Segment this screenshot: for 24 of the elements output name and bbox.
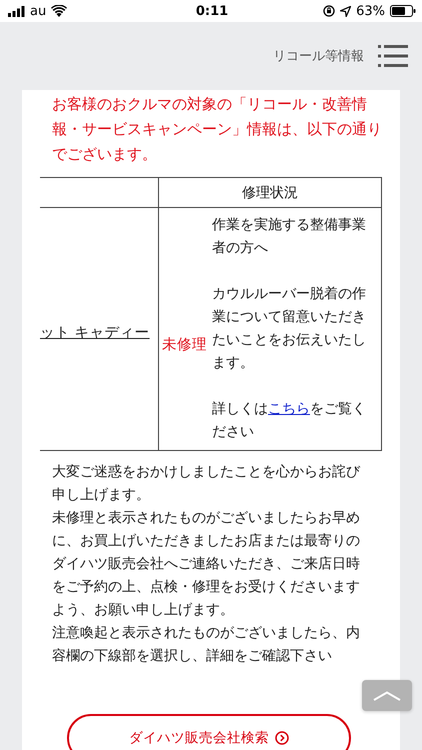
details-link[interactable]: こちら — [268, 401, 310, 417]
wifi-icon — [51, 5, 68, 17]
chevron-circle-icon — [275, 731, 289, 745]
vehicle-link[interactable]: ット キャディー — [40, 322, 150, 342]
column-header: 修理状況 — [158, 178, 382, 208]
signal-icon — [8, 6, 25, 16]
detail-text: 詳しくはこちら をご覧ください — [212, 400, 367, 442]
carrier-name: au — [30, 4, 46, 18]
battery-percent: 63% — [356, 4, 385, 18]
header-title: リコール等情報 — [273, 48, 364, 65]
notice-text: 未修理と表示されたものがございましたらお早めに、お買上げいただきましたお店または最寄りのダイハツ販売会社へご連絡いただき、ご来店日時をご予約の上、点検・修理をお受けくださいますよう、お願い申し上げます。 — [52, 509, 361, 620]
detail-text: カウルルーバー脱着の作業について留意いただきたいことをお伝えいたします。 — [212, 285, 367, 373]
location-arrow-icon — [340, 6, 352, 16]
rotation-lock-icon — [323, 5, 336, 17]
repair-status: 未修理 — [161, 336, 208, 354]
notice-text: 大変ご迷惑をおかけしましたことを心からお詫び申し上げます。 — [52, 463, 362, 505]
detail-text: 作業を実施する整備事業者の方へ — [212, 216, 367, 258]
dealer-search-button[interactable]: ダイハツ販売会社検索 — [67, 714, 351, 750]
caret-up-icon — [373, 690, 401, 700]
intro-text: お客様のおクルマの対象の「リコール・改善情報・サービスキャンペーン」情報は、以下の通りでございます。 — [51, 94, 383, 165]
notice-text: 注意喚起と表示されたものがございましたら、内容欄の下線部を選択し、詳細をご確認下さい — [52, 624, 361, 666]
battery-icon — [390, 5, 416, 17]
clock-time: 0:11 — [196, 4, 228, 18]
menu-icon[interactable] — [378, 44, 408, 68]
